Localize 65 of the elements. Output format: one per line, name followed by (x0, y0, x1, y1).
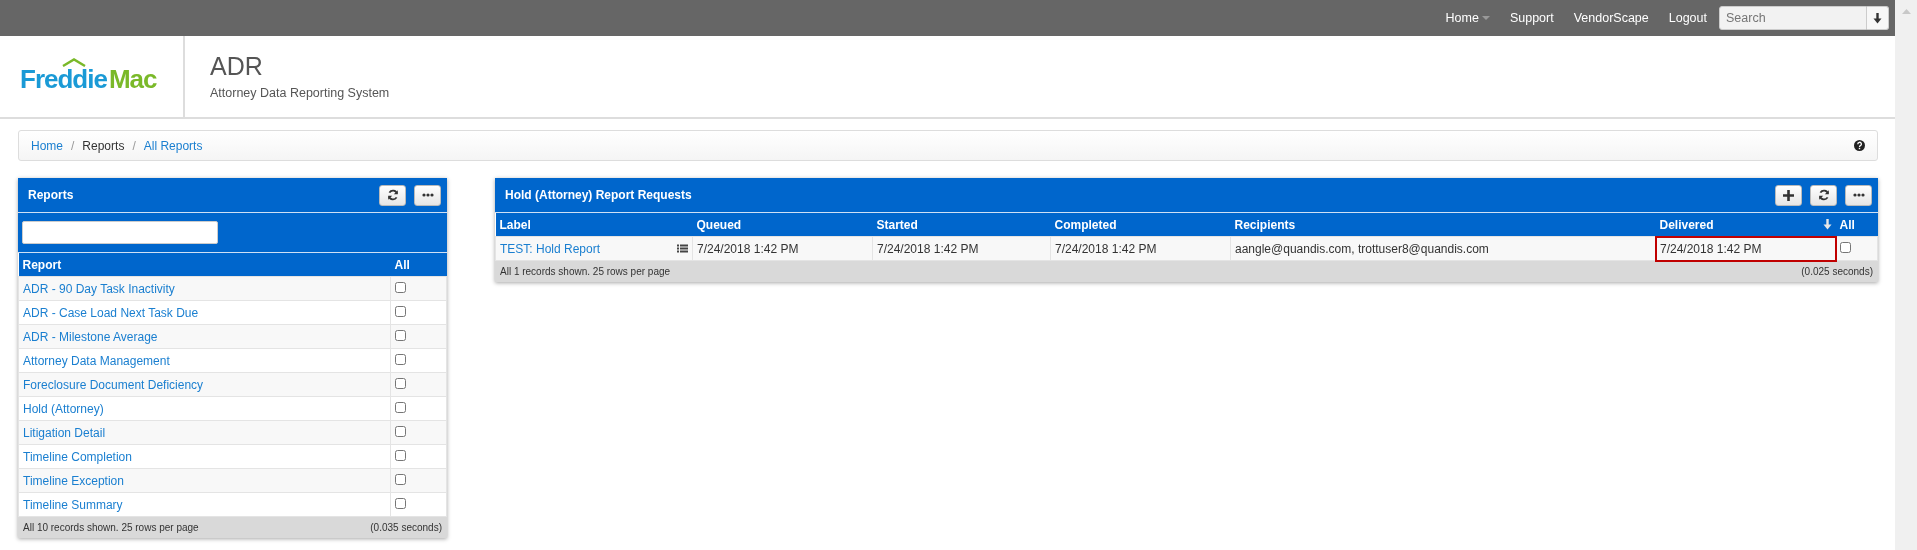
report-link[interactable]: Timeline Exception (23, 473, 124, 488)
records-summary: All 1 records shown. 25 rows per page (500, 266, 671, 277)
column-header: Report (18, 253, 391, 277)
table-cell: 7/24/2018 1:42 PM (1655, 236, 1836, 261)
query-timing: (0.025 seconds) (1801, 266, 1873, 277)
breadcrumb-link[interactable]: All Reports (143, 138, 203, 153)
row-checkbox[interactable] (395, 377, 406, 389)
table-cell: 7/24/2018 1:42 PM (872, 236, 1051, 261)
breadcrumb-current: Reports (82, 138, 125, 153)
report-link[interactable]: Timeline Summary (23, 497, 123, 512)
help-icon[interactable] (1854, 140, 1865, 151)
nav-link[interactable]: VendorScape (1563, 11, 1659, 25)
app-title: ADR (210, 52, 264, 81)
column-header: Recipients (1230, 213, 1656, 237)
panel-title: Hold (Attorney) Report Requests (505, 188, 693, 202)
row-checkbox[interactable] (395, 473, 406, 485)
filter-field[interactable] (22, 221, 218, 244)
plus-icon (1783, 189, 1794, 201)
column-header[interactable]: Delivered (1659, 217, 1714, 232)
logo-text: FreddieMac (20, 58, 157, 95)
report-link[interactable]: Hold (Attorney) (23, 401, 104, 416)
refresh-button[interactable] (1810, 184, 1837, 206)
refresh-icon (386, 189, 399, 201)
more-button[interactable] (414, 184, 441, 206)
row-checkbox[interactable] (395, 449, 406, 461)
row-checkbox[interactable] (395, 401, 406, 413)
column-header: All (390, 253, 447, 277)
row-checkbox[interactable] (395, 353, 406, 365)
nav-link[interactable]: Logout (1658, 11, 1717, 25)
query-timing: (0.035 seconds) (370, 522, 442, 533)
ellipsis-icon (421, 193, 434, 197)
search-submit-button[interactable] (1867, 6, 1889, 30)
column-header: Queued (692, 213, 873, 237)
row-checkbox[interactable] (395, 497, 406, 509)
down-arrow-icon (1873, 12, 1882, 24)
row-checkbox[interactable] (395, 425, 406, 437)
ellipsis-icon (1852, 193, 1865, 197)
column-header: Started (872, 213, 1051, 237)
breadcrumb-separator: / (70, 138, 76, 153)
report-link[interactable]: Litigation Detail (23, 425, 106, 440)
search-field[interactable]: Search (1719, 6, 1867, 30)
roof-icon (62, 58, 86, 67)
breadcrumb-separator: / (131, 138, 137, 153)
nav-link[interactable]: Support (1499, 11, 1564, 25)
column-header: Label (495, 213, 693, 237)
column-header: Completed (1050, 213, 1231, 237)
more-button[interactable] (1845, 184, 1872, 206)
row-checkbox[interactable] (395, 281, 406, 293)
refresh-icon (1817, 189, 1830, 201)
report-link[interactable]: Timeline Completion (23, 449, 132, 464)
nav-link[interactable]: Home (1435, 11, 1500, 25)
list-icon[interactable] (677, 244, 688, 253)
column-header: All (1835, 213, 1878, 237)
table-cell: aangle@quandis.com, trottuser8@quandis.com (1230, 236, 1656, 261)
refresh-button[interactable] (379, 184, 406, 206)
row-checkbox[interactable] (395, 305, 406, 317)
panel-title: Reports (28, 188, 75, 202)
records-summary: All 10 records shown. 25 rows per page (23, 522, 199, 533)
app-subtitle: Attorney Data Reporting System (210, 86, 390, 101)
row-checkbox[interactable] (1840, 241, 1851, 253)
breadcrumb-link[interactable]: Home (31, 138, 63, 153)
table-cell: 7/24/2018 1:42 PM (1050, 236, 1231, 261)
table-cell: 7/24/2018 1:42 PM (692, 236, 873, 261)
add-button[interactable] (1775, 184, 1802, 206)
row-checkbox[interactable] (395, 329, 406, 341)
